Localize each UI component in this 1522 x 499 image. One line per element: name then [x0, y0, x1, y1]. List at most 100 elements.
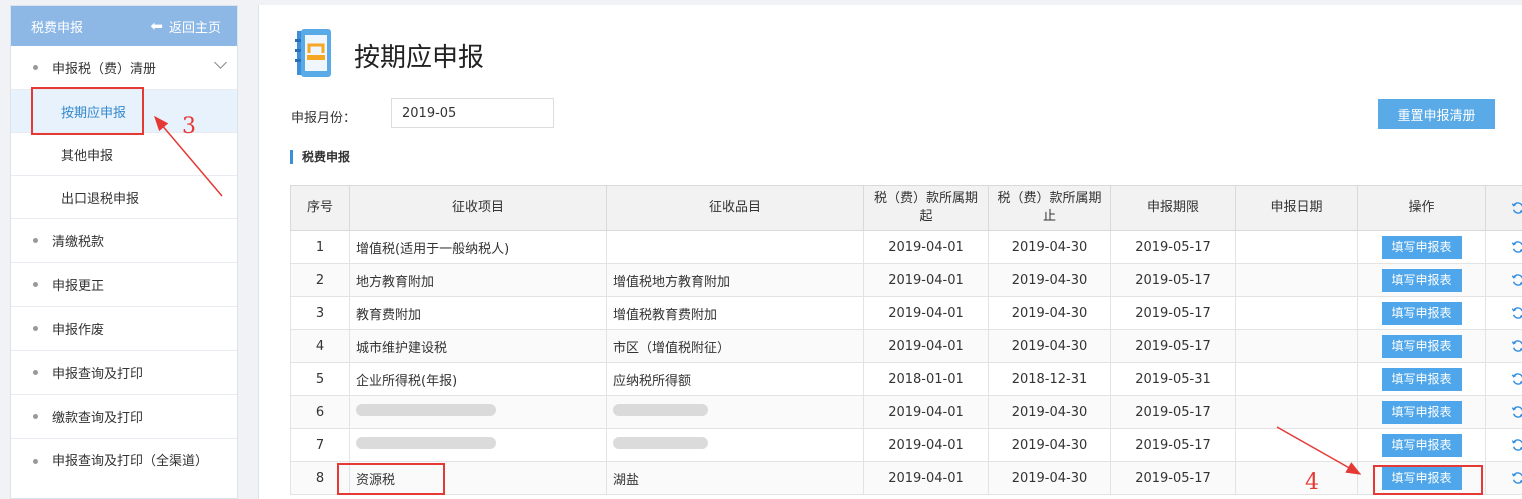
- refresh-icon[interactable]: [1511, 240, 1522, 254]
- cell-refresh: [1485, 395, 1522, 429]
- fill-form-button[interactable]: 填写申报表: [1381, 268, 1462, 292]
- main-panel: 按期应申报 申报月份： 重置申报清册 税费申报 序号 征收项目 征收品目 税（费…: [258, 5, 1522, 499]
- cell-action: 填写申报表: [1357, 461, 1486, 495]
- table-row: 3 教育费附加 增值税教育费附加 2019-04-01 2019-04-30 2019-0…: [290, 296, 1522, 330]
- refresh-icon[interactable]: [1511, 471, 1522, 485]
- table-body: 1 增值税(适用于一般纳税人) 2019-04-01 2019-04-30 2019-0…: [290, 230, 1522, 495]
- fill-form-button[interactable]: 填写申报表: [1381, 367, 1462, 391]
- sidebar-group-declaration-list[interactable]: 申报税（费）清册: [11, 46, 237, 90]
- cell-action: 填写申报表: [1357, 362, 1486, 396]
- sidebar-item-payment-query[interactable]: 缴款查询及打印: [11, 395, 237, 439]
- bullet-icon: [33, 326, 38, 331]
- cell-item: 资源税: [349, 461, 607, 495]
- cell-deadline: 2019-05-17: [1110, 428, 1236, 462]
- cell-deadline: 2019-05-31: [1110, 362, 1236, 396]
- table-row: 1 增值税(适用于一般纳税人) 2019-04-01 2019-04-30 2019-0…: [290, 230, 1522, 264]
- cell-action: 填写申报表: [1357, 329, 1486, 363]
- cell-no: 3: [290, 296, 350, 330]
- cell-item: [349, 428, 607, 462]
- col-header-declare-date: 申报日期: [1235, 185, 1358, 231]
- table-row: 8 资源税 湖盐 2019-04-01 2019-04-30 2019-05-17 填写申报…: [290, 461, 1522, 495]
- cell-subitem-text: 市区（增值税附征）: [613, 340, 731, 356]
- cell-no: 7: [290, 428, 350, 462]
- cell-subitem: 应纳税所得额: [606, 362, 864, 396]
- cell-subitem: 湖盐: [606, 461, 864, 495]
- table-header-row: 序号 征收项目 征收品目 税（费）款所属期起 税（费）款所属期止 申报期限 申报…: [290, 185, 1522, 231]
- fill-form-button[interactable]: 填写申报表: [1381, 334, 1462, 358]
- cell-declare-date: [1235, 461, 1358, 495]
- cell-deadline: 2019-05-17: [1110, 230, 1236, 264]
- sidebar-item-export-rebate[interactable]: 出口退税申报: [11, 176, 237, 219]
- cell-subitem: [606, 428, 864, 462]
- fill-form-button[interactable]: 填写申报表: [1381, 400, 1462, 424]
- fill-form-button[interactable]: 填写申报表: [1381, 433, 1462, 457]
- table-row: 4 城市维护建设税 市区（增值税附征） 2019-04-01 2019-04-30 201…: [290, 329, 1522, 363]
- month-input[interactable]: [391, 98, 554, 128]
- cell-subitem-text: 增值税教育费附加: [613, 307, 718, 323]
- cell-no: 4: [290, 329, 350, 363]
- fill-form-button[interactable]: 填写申报表: [1381, 301, 1462, 325]
- cell-refresh: [1485, 230, 1522, 264]
- sidebar-item-label: 清缴税款: [52, 235, 105, 250]
- section-title: 税费申报: [290, 150, 350, 164]
- sidebar-title: 税费申报: [31, 20, 84, 36]
- cell-period-end: 2019-04-30: [988, 230, 1111, 264]
- cell-period-start: 2018-01-01: [863, 362, 989, 396]
- cell-subitem: [606, 230, 864, 264]
- cell-declare-date: [1235, 362, 1358, 396]
- back-arrow-icon: ⬅: [150, 17, 163, 35]
- sidebar-item-all-channel-query[interactable]: 申报查询及打印（全渠道）: [11, 439, 237, 498]
- fill-form-button[interactable]: 填写申报表: [1381, 466, 1462, 490]
- cell-deadline: 2019-05-17: [1110, 263, 1236, 297]
- cell-no: 1: [290, 230, 350, 264]
- col-header-period-start: 税（费）款所属期起: [863, 185, 989, 231]
- sidebar-item-tax-settlement[interactable]: 清缴税款: [11, 219, 237, 263]
- sidebar-item-label: 申报作废: [52, 323, 105, 338]
- sidebar-item-declaration-correction[interactable]: 申报更正: [11, 263, 237, 307]
- back-home-link[interactable]: ⬅ 返回主页: [150, 17, 221, 36]
- col-header-no: 序号: [290, 185, 350, 231]
- refresh-icon[interactable]: [1511, 339, 1522, 353]
- cell-declare-date: [1235, 395, 1358, 429]
- cell-refresh: [1485, 296, 1522, 330]
- annotation-number-3: 3: [182, 114, 196, 139]
- cell-item: 地方教育附加: [349, 263, 607, 297]
- cell-period-start: 2019-04-01: [863, 329, 989, 363]
- sidebar-item-other-declaration[interactable]: 其他申报: [11, 133, 237, 176]
- cell-action: 填写申报表: [1357, 263, 1486, 297]
- reset-declaration-list-button[interactable]: 重置申报清册: [1378, 99, 1495, 129]
- sidebar-item-label: 申报查询及打印（全渠道）: [52, 454, 209, 469]
- cell-item: 城市维护建设税: [349, 329, 607, 363]
- fill-form-button[interactable]: 填写申报表: [1381, 235, 1462, 259]
- cell-item: 企业所得税(年报): [349, 362, 607, 396]
- redacted-text: [613, 404, 708, 416]
- sidebar-item-declaration-void[interactable]: 申报作废: [11, 307, 237, 351]
- cell-item-text: 地方教育附加: [356, 274, 435, 290]
- refresh-icon[interactable]: [1511, 201, 1522, 215]
- refresh-icon[interactable]: [1511, 273, 1522, 287]
- col-header-action: 操作: [1357, 185, 1486, 231]
- sidebar-item-periodic-declaration[interactable]: 按期应申报: [11, 90, 237, 133]
- annotation-number-4: 4: [1305, 470, 1319, 495]
- cell-period-start: 2019-04-01: [863, 296, 989, 330]
- cell-item: 增值税(适用于一般纳税人): [349, 230, 607, 264]
- redacted-text: [613, 437, 708, 449]
- declaration-table: 序号 征收项目 征收品目 税（费）款所属期起 税（费）款所属期止 申报期限 申报…: [290, 185, 1522, 495]
- cell-declare-date: [1235, 230, 1358, 264]
- refresh-icon[interactable]: [1511, 405, 1522, 419]
- refresh-icon[interactable]: [1511, 306, 1522, 320]
- refresh-icon[interactable]: [1511, 372, 1522, 386]
- col-header-refresh[interactable]: [1485, 185, 1522, 231]
- cell-refresh: [1485, 428, 1522, 462]
- sidebar-group-label: 申报税（费）清册: [52, 62, 157, 77]
- cell-refresh: [1485, 329, 1522, 363]
- cell-deadline: 2019-05-17: [1110, 329, 1236, 363]
- sidebar-item-declaration-query[interactable]: 申报查询及打印: [11, 351, 237, 395]
- col-header-item: 征收项目: [349, 185, 607, 231]
- bullet-icon: [33, 282, 38, 287]
- cell-period-end: 2018-12-31: [988, 362, 1111, 396]
- refresh-icon[interactable]: [1511, 438, 1522, 452]
- cell-period-start: 2019-04-01: [863, 461, 989, 495]
- cell-subitem: 增值税教育费附加: [606, 296, 864, 330]
- cell-declare-date: [1235, 329, 1358, 363]
